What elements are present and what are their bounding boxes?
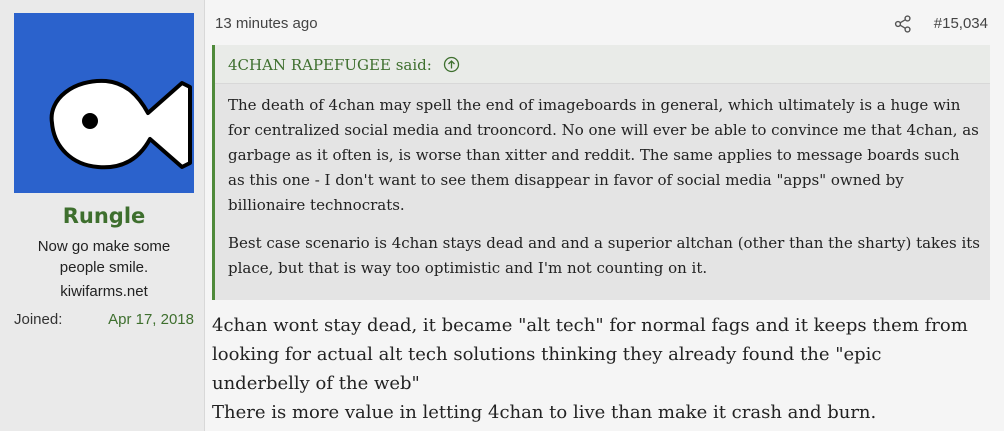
post-body-line: 4chan wont stay dead, it became "alt tec…: [212, 315, 968, 336]
post-body-line: underbelly of the web": [212, 373, 420, 394]
user-info-panel: Rungle Now go make some people smile. ki…: [0, 0, 205, 431]
post-main: 13 minutes ago #15,034 4CHAN RAPEFUGEE s…: [205, 0, 1004, 431]
username[interactable]: Rungle: [0, 204, 208, 228]
post-body: 4chan wont stay dead, it became "alt tec…: [212, 311, 997, 427]
fish-avatar-image: [14, 13, 194, 193]
jump-to-quote-icon[interactable]: [443, 56, 460, 73]
joined-date: Apr 17, 2018: [108, 311, 194, 328]
joined-label: Joined:: [14, 311, 63, 328]
user-title: Now go make some people smile.: [0, 236, 208, 278]
quote-paragraph: Best case scenario is 4chan stays dead a…: [228, 234, 980, 277]
quote-paragraph: The death of 4chan may spell the end of …: [228, 96, 979, 214]
quote-author-link[interactable]: 4CHAN RAPEFUGEE said:: [228, 56, 460, 74]
quote-author-text: 4CHAN RAPEFUGEE said:: [228, 56, 432, 74]
post-timestamp[interactable]: 13 minutes ago: [215, 15, 318, 32]
user-title-line: Now go make some: [37, 238, 171, 255]
post-number-link[interactable]: #15,034: [934, 15, 988, 32]
forum-post: Rungle Now go make some people smile. ki…: [0, 0, 1004, 431]
post-body-line: looking for actual alt tech solutions th…: [212, 344, 882, 365]
post-body-line: There is more value in letting 4chan to …: [212, 402, 877, 423]
user-site: kiwifarms.net: [60, 283, 148, 300]
share-icon[interactable]: [894, 15, 912, 33]
quote-header: 4CHAN RAPEFUGEE said:: [215, 45, 990, 84]
quote-block: 4CHAN RAPEFUGEE said: The death of 4chan…: [212, 45, 990, 300]
quote-body: The death of 4chan may spell the end of …: [228, 93, 980, 294]
avatar[interactable]: [14, 13, 194, 193]
user-title-line: people smile.: [59, 259, 149, 276]
